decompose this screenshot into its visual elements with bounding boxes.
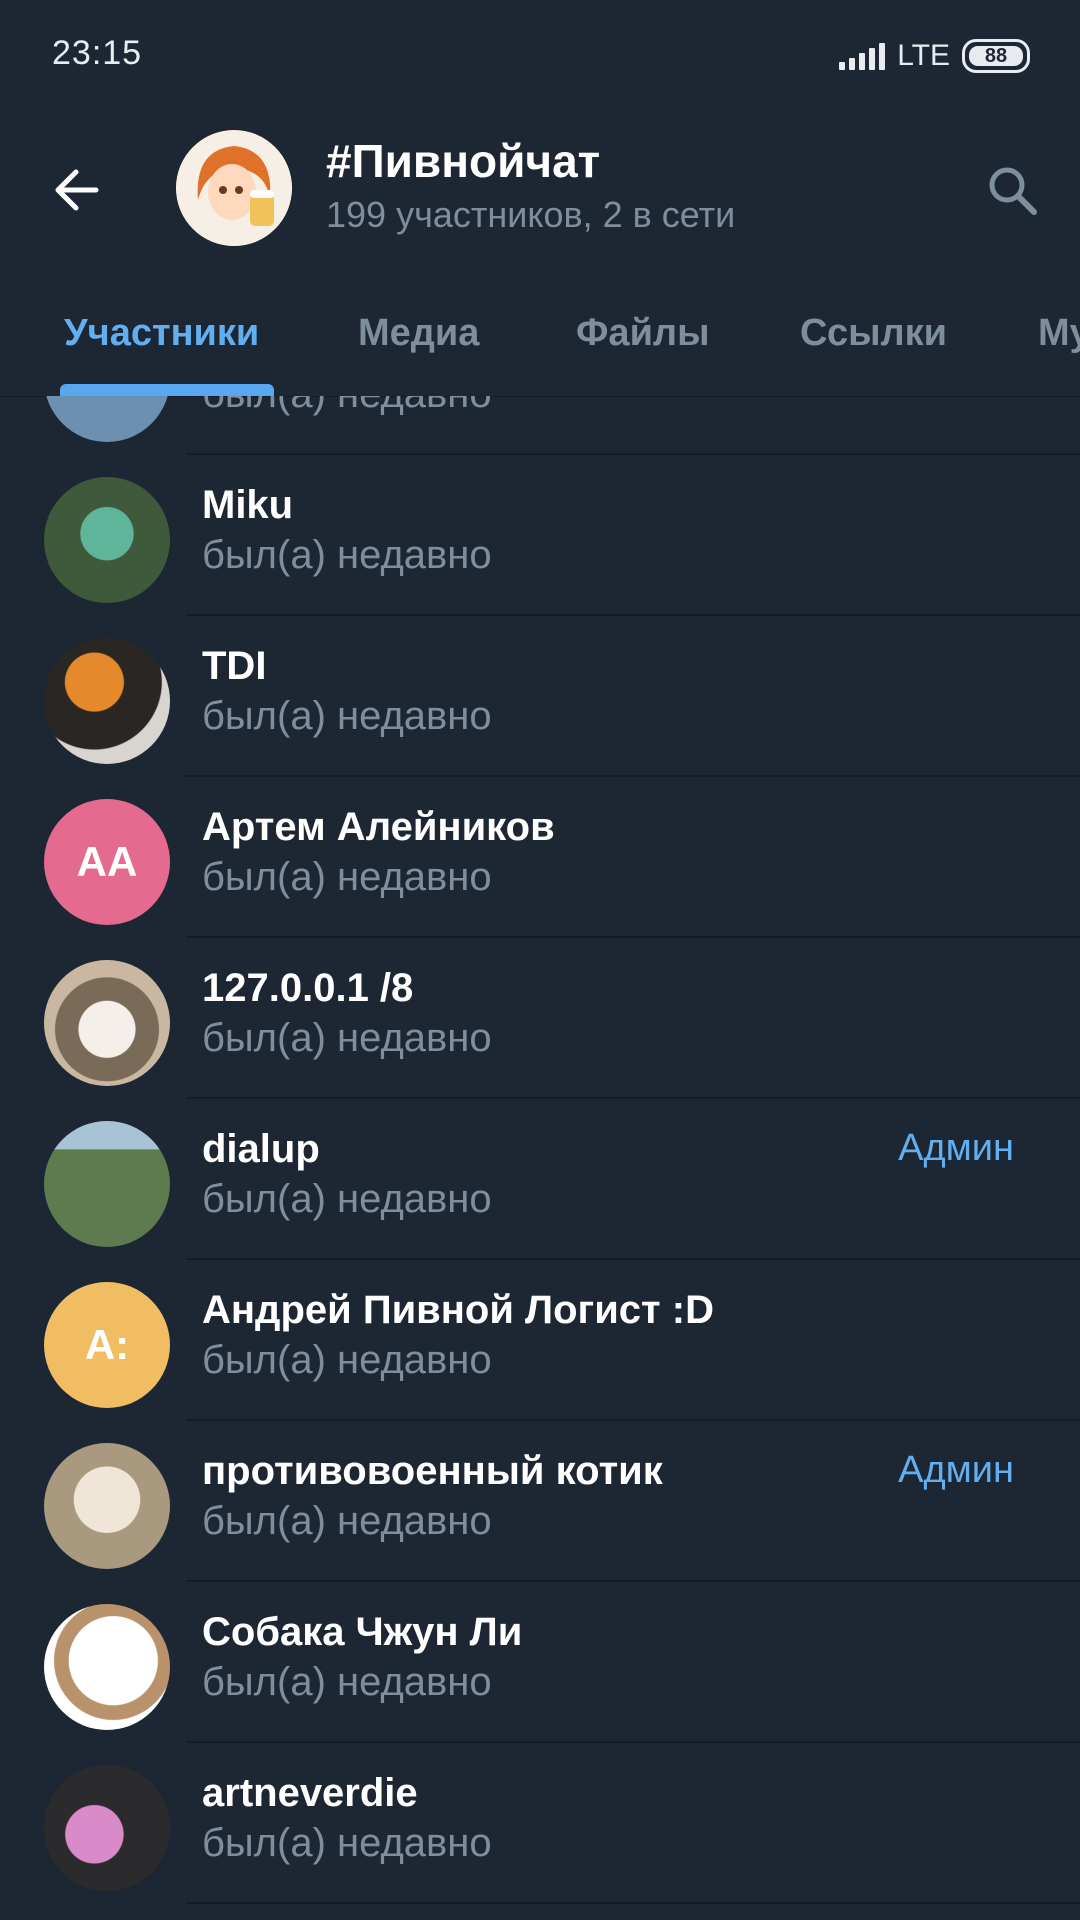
- member-status: был(а) недавно: [202, 855, 492, 899]
- active-tab-indicator: [60, 384, 274, 396]
- member-name: Собака Чжун Ли: [202, 1610, 523, 1654]
- divider: [186, 1902, 1080, 1904]
- back-arrow-icon[interactable]: [48, 160, 108, 220]
- member-name: противовоенный котик: [202, 1449, 663, 1493]
- chat-member-count: 199 участников, 2 в сети: [326, 194, 736, 235]
- chat-avatar[interactable]: [176, 130, 292, 246]
- chat-title: #Пивнойчат: [326, 135, 601, 187]
- member-status: был(а) недавно: [202, 1499, 492, 1543]
- list-item[interactable]: 127.0.0.1 /8 был(а) недавно: [0, 938, 1080, 1099]
- status-bar: 23:15 LTE 88: [0, 0, 1080, 110]
- member-status: был(а) недавно: [202, 1660, 492, 1704]
- list-item[interactable]: Miku был(а) недавно: [0, 455, 1080, 616]
- battery-icon: 88: [962, 39, 1030, 73]
- list-item[interactable]: TDI был(а) недавно: [0, 616, 1080, 777]
- member-status: был(а) недавно: [202, 396, 492, 417]
- avatar: [44, 1765, 170, 1891]
- search-icon[interactable]: [982, 160, 1042, 220]
- list-item[interactable]: был(а) недавно: [0, 396, 1080, 455]
- avatar: [44, 1443, 170, 1569]
- member-list: был(а) недавно Miku был(а) недавно TDI б…: [0, 396, 1080, 1920]
- member-status: был(а) недавно: [202, 1821, 492, 1865]
- status-time: 23:15: [52, 34, 143, 72]
- avatar: АА: [44, 799, 170, 925]
- tab-media[interactable]: Медиа: [358, 312, 479, 355]
- profile-tabs: Участники Медиа Файлы Ссылки Му: [0, 280, 1080, 397]
- member-name: artneverdie: [202, 1771, 418, 1815]
- member-status: был(а) недавно: [202, 1177, 492, 1221]
- member-name: Miku: [202, 483, 294, 527]
- member-name: Артем Алейников: [202, 805, 555, 849]
- member-name: Андрей Пивной Логист :D: [202, 1288, 714, 1332]
- list-item[interactable]: А: Андрей Пивной Логист :D был(а) недавн…: [0, 1260, 1080, 1421]
- tab-files[interactable]: Файлы: [576, 312, 710, 355]
- avatar: [44, 638, 170, 764]
- avatar: [44, 477, 170, 603]
- member-status: был(а) недавно: [202, 694, 492, 738]
- network-type: LTE: [897, 39, 950, 72]
- admin-badge: Админ: [898, 1127, 1014, 1169]
- member-name: TDI: [202, 644, 267, 688]
- avatar: [44, 396, 170, 442]
- avatar-initials: АА: [76, 838, 138, 885]
- avatar-initials: А:: [84, 1321, 130, 1368]
- tab-links[interactable]: Ссылки: [800, 312, 947, 355]
- list-item[interactable]: dialup был(а) недавно Админ: [0, 1099, 1080, 1260]
- list-item[interactable]: Собака Чжун Ли был(а) недавно: [0, 1582, 1080, 1743]
- member-name: 127.0.0.1 /8: [202, 966, 414, 1010]
- signal-icon: [839, 42, 886, 70]
- chat-header: #Пивнойчат 199 участников, 2 в сети: [0, 110, 1080, 280]
- avatar: [44, 1604, 170, 1730]
- admin-badge: Админ: [898, 1449, 1014, 1491]
- member-status: был(а) недавно: [202, 1016, 492, 1060]
- avatar: [44, 1121, 170, 1247]
- tab-members[interactable]: Участники: [64, 312, 259, 355]
- avatar: А:: [44, 1282, 170, 1408]
- status-icons: LTE 88: [839, 36, 1030, 76]
- list-item[interactable]: АА Артем Алейников был(а) недавно: [0, 777, 1080, 938]
- member-status: был(а) недавно: [202, 1338, 492, 1382]
- avatar: [44, 960, 170, 1086]
- list-item[interactable]: противовоенный котик был(а) недавно Адми…: [0, 1421, 1080, 1582]
- battery-level: 88: [984, 44, 1008, 67]
- member-status: был(а) недавно: [202, 533, 492, 577]
- list-item[interactable]: artneverdie был(а) недавно: [0, 1743, 1080, 1904]
- member-name: dialup: [202, 1127, 320, 1171]
- tab-music[interactable]: Му: [1038, 312, 1080, 355]
